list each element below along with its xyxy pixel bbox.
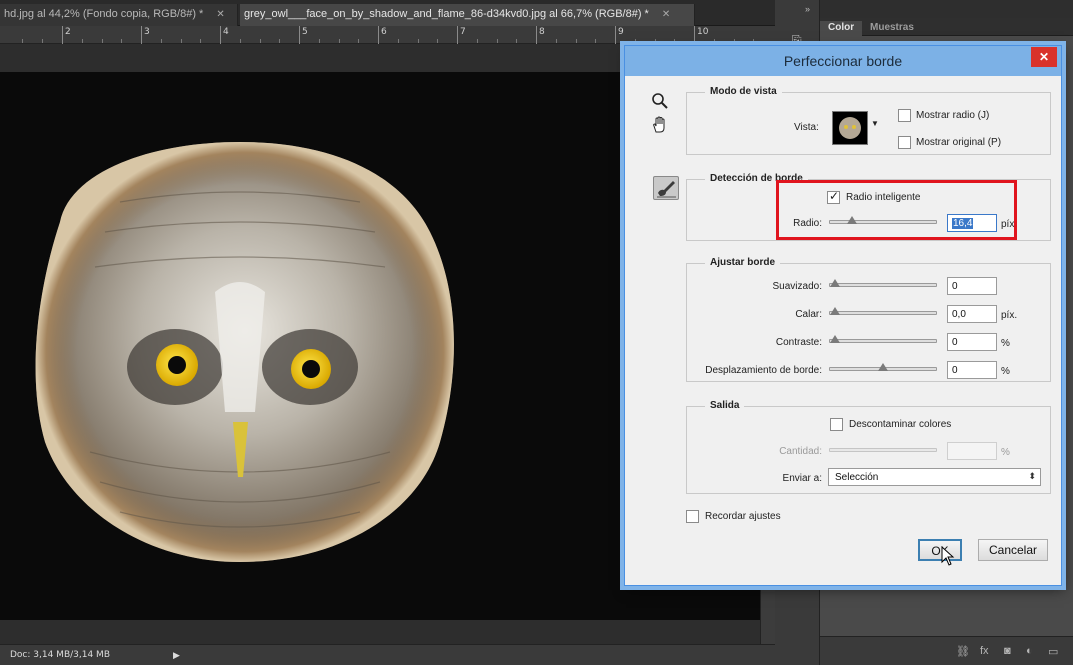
collapse-panels-icon[interactable]: »: [805, 4, 810, 14]
fx-icon[interactable]: fx: [980, 645, 989, 657]
tab-muestras[interactable]: Muestras: [862, 21, 922, 36]
tab-grey-owl[interactable]: grey_owl___face_on_by_shadow_and_flame_8…: [240, 4, 695, 26]
ruler-label: 2: [65, 27, 71, 37]
layers-panel-footer: ⛓ fx ◙ ◐ ▭: [820, 636, 1073, 665]
output-title: Salida: [705, 400, 745, 411]
dialog-title: Perfeccionar borde: [783, 53, 903, 69]
show-original-checkbox[interactable]: [898, 136, 911, 149]
highlight-annotation: [776, 180, 1017, 240]
select-arrows-icon: ⬍: [1028, 471, 1036, 481]
adjustment-icon[interactable]: ◐: [1026, 645, 1033, 657]
color-panel-tabs: Color Muestras: [820, 18, 1073, 36]
hand-icon[interactable]: [650, 116, 670, 136]
contrast-slider[interactable]: [829, 335, 937, 343]
contrast-unit: %: [1001, 338, 1010, 349]
chevron-down-icon[interactable]: ▼: [871, 119, 879, 128]
ruler-label: 5: [302, 27, 308, 37]
output-group: Salida Descontaminar colores Cantidad: %…: [686, 400, 1051, 494]
mask-icon[interactable]: ◙: [1004, 645, 1011, 657]
show-radius-checkbox[interactable]: [898, 109, 911, 122]
ruler-label: 7: [460, 27, 466, 37]
ruler-label: 9: [618, 27, 624, 37]
remember-settings-label: Recordar ajustes: [705, 511, 781, 522]
amount-input: [947, 442, 997, 460]
send-to-select[interactable]: Selección ⬍: [828, 468, 1041, 486]
feather-slider[interactable]: [829, 307, 937, 315]
folder-icon[interactable]: ▭: [1048, 645, 1058, 658]
close-button[interactable]: ✕: [1031, 47, 1057, 67]
send-to-value: Selección: [835, 472, 879, 483]
refine-radius-brush-icon[interactable]: [653, 176, 679, 200]
ok-button[interactable]: OK: [918, 539, 962, 561]
dialog-body: Modo de vista Vista: ▼ Mostrar radio (J)…: [631, 76, 1055, 579]
shift-edge-slider[interactable]: [829, 363, 937, 371]
slider-thumb[interactable]: [830, 279, 840, 289]
close-icon[interactable]: ✕: [216, 9, 224, 20]
refine-edge-dialog: Perfeccionar borde ✕ Modo de vista Vista…: [624, 45, 1062, 586]
zoom-icon[interactable]: [650, 92, 670, 112]
contrast-input[interactable]: 0: [947, 333, 997, 351]
smooth-input[interactable]: 0: [947, 277, 997, 295]
feather-unit: píx.: [1001, 310, 1018, 321]
view-label: Vista:: [794, 122, 819, 133]
photoshop-window: hd.jpg al 44,2% (Fondo copia, RGB/8#) * …: [0, 0, 1073, 665]
slider-thumb[interactable]: [830, 307, 840, 317]
decontaminate-label: Descontaminar colores: [849, 419, 952, 430]
remember-settings-checkbox[interactable]: [686, 510, 699, 523]
document-size-text: Doc: 3,14 MB/3,14 MB: [10, 650, 110, 660]
shift-edge-input[interactable]: 0: [947, 361, 997, 379]
ruler-label: 3: [144, 27, 150, 37]
horizontal-ruler: 2 3 4 5 6 7 8 9 10: [0, 26, 775, 44]
status-bar: Doc: 3,14 MB/3,14 MB ▶: [0, 644, 775, 665]
document-tab-bar: hd.jpg al 44,2% (Fondo copia, RGB/8#) * …: [0, 0, 775, 26]
show-original-label: Mostrar original (P): [916, 137, 1002, 148]
decontaminate-checkbox[interactable]: [830, 418, 843, 431]
dialog-title-bar[interactable]: Perfeccionar borde ✕: [625, 46, 1061, 76]
view-thumbnail-dropdown[interactable]: [832, 111, 868, 145]
link-icon[interactable]: ⛓: [956, 645, 970, 658]
feather-input[interactable]: 0,0: [947, 305, 997, 323]
smooth-slider[interactable]: [829, 279, 937, 287]
view-mode-title: Modo de vista: [705, 86, 782, 97]
status-menu-arrow-icon[interactable]: ▶: [173, 650, 180, 661]
slider-thumb[interactable]: [878, 363, 888, 373]
contrast-label: Contraste:: [775, 337, 822, 348]
amount-slider: [829, 448, 937, 452]
amount-unit: %: [1001, 447, 1010, 458]
adjust-edge-title: Ajustar borde: [705, 257, 781, 268]
shift-edge-unit: %: [1001, 366, 1010, 377]
send-to-label: Enviar a:: [782, 473, 822, 484]
view-mode-group: Modo de vista Vista: ▼ Mostrar radio (J)…: [686, 86, 1051, 155]
ruler-label: 10: [697, 27, 709, 37]
adjust-edge-group: Ajustar borde Suavizado: 0 Calar: 0,0 pí…: [686, 257, 1051, 382]
ruler-label: 6: [381, 27, 387, 37]
amount-label: Cantidad:: [779, 446, 822, 457]
tab-color[interactable]: Color: [820, 21, 863, 36]
close-icon[interactable]: ✕: [662, 9, 670, 20]
smooth-label: Suavizado:: [772, 281, 822, 292]
tab-label: grey_owl___face_on_by_shadow_and_flame_8…: [244, 8, 649, 20]
shift-edge-label: Desplazamiento de borde:: [705, 365, 822, 376]
cancel-button[interactable]: Cancelar: [978, 539, 1048, 561]
tab-hd-jpg[interactable]: hd.jpg al 44,2% (Fondo copia, RGB/8#) * …: [0, 4, 238, 26]
mouse-cursor-icon: [941, 546, 955, 566]
feather-label: Calar:: [795, 309, 822, 320]
ruler-label: 8: [539, 27, 545, 37]
show-radius-label: Mostrar radio (J): [916, 110, 990, 121]
slider-thumb[interactable]: [830, 335, 840, 345]
ruler-label: 4: [223, 27, 229, 37]
tab-label: hd.jpg al 44,2% (Fondo copia, RGB/8#) *: [4, 8, 204, 20]
